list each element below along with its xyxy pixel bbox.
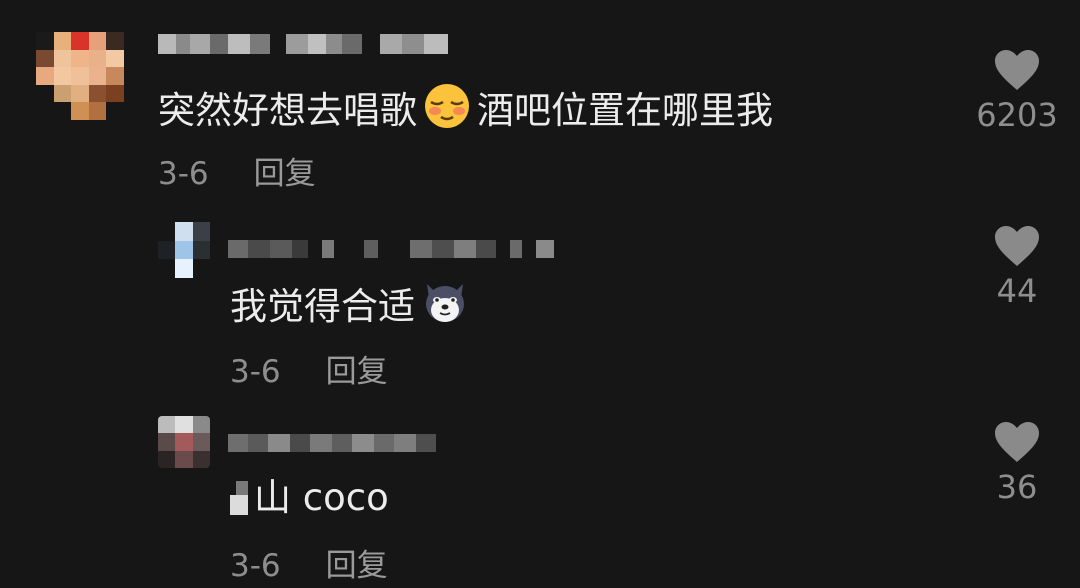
username-redacted[interactable] [158, 34, 448, 54]
comment-item: 突然好想去唱歌 酒吧位置在哪里我 3-6 回复 6203 [0, 0, 1080, 200]
reply-button[interactable]: 回复 [254, 156, 316, 192]
username-redacted[interactable] [228, 434, 436, 452]
reply-button[interactable]: 回复 [326, 548, 388, 584]
avatar[interactable] [36, 32, 124, 120]
like-button[interactable]: 6203 [962, 48, 1072, 134]
avatar[interactable] [158, 222, 210, 278]
comment-meta: 3-6 回复 [158, 148, 316, 193]
reply-item: 山 coco 3-6 回复 36 [0, 400, 1080, 588]
blushing-smile-emoji [421, 82, 473, 140]
comment-text-part: 山 coco [254, 476, 389, 519]
comment-text-part: 酒吧位置在哪里我 [477, 89, 773, 132]
heart-icon[interactable] [993, 420, 1041, 464]
heart-icon[interactable] [993, 224, 1041, 268]
comment-text: 突然好想去唱歌 酒吧位置在哪里我 [158, 82, 773, 140]
comment-date: 3-6 [230, 354, 281, 390]
comment-text-part: 我觉得合适 [230, 285, 415, 328]
username-redacted[interactable] [228, 240, 554, 258]
comment-date: 3-6 [230, 548, 281, 584]
like-count: 36 [996, 468, 1038, 506]
avatar[interactable] [158, 416, 210, 468]
comment-text: 山 coco [230, 476, 389, 520]
comment-text: 我觉得合适 [230, 278, 475, 336]
reply-item: 我觉得合适 3-6 回复 44 [0, 200, 1080, 400]
like-count: 44 [996, 272, 1038, 310]
comment-meta: 3-6 回复 [230, 540, 388, 585]
like-button[interactable]: 44 [962, 224, 1072, 310]
like-count: 6203 [976, 96, 1058, 134]
comment-text-part: 突然好想去唱歌 [158, 89, 417, 132]
reply-button[interactable]: 回复 [326, 354, 388, 390]
like-button[interactable]: 36 [962, 420, 1072, 506]
comment-meta: 3-6 回复 [230, 346, 388, 391]
redacted-text [230, 481, 248, 515]
heart-icon[interactable] [993, 48, 1041, 92]
dog-face-emoji [419, 278, 471, 336]
comment-date: 3-6 [158, 156, 209, 192]
